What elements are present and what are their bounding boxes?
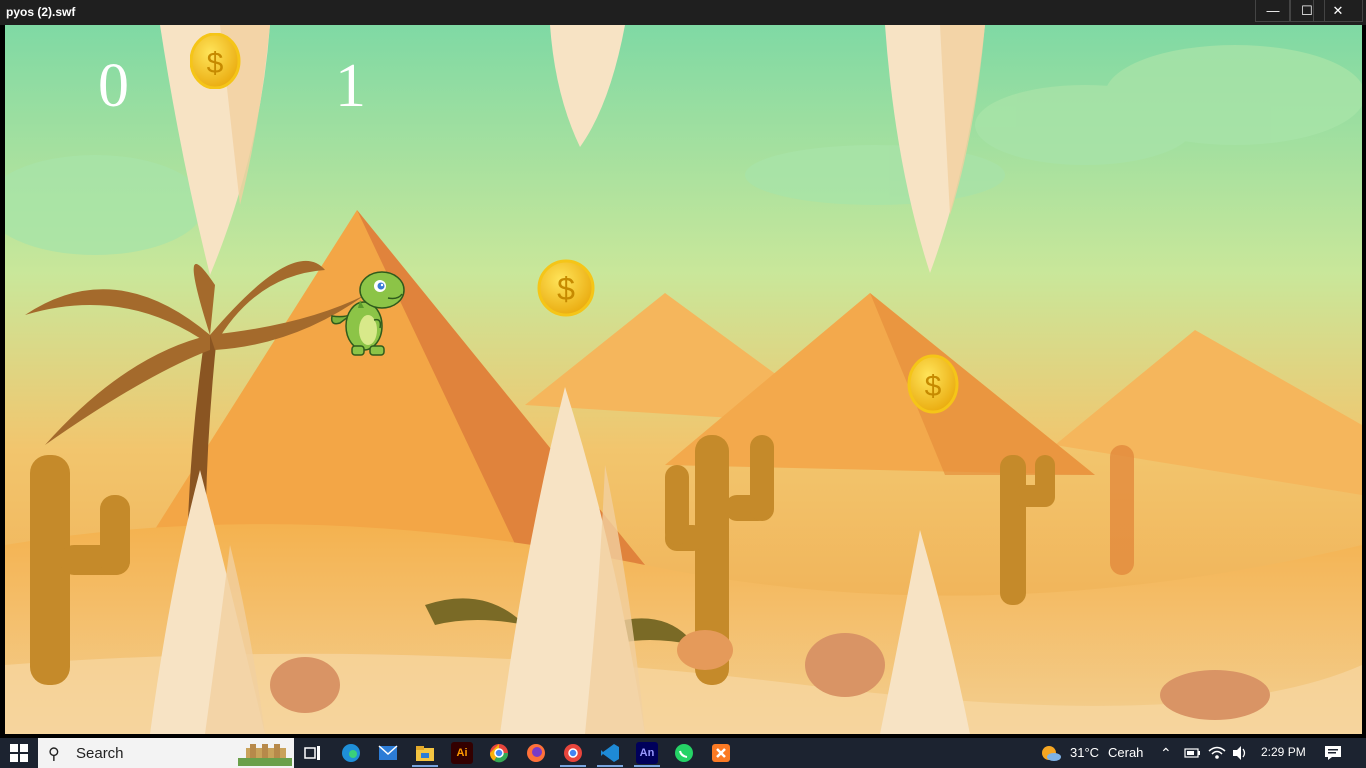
maximize-icon: ☐ [1301, 3, 1313, 18]
edge-browser-icon[interactable] [340, 742, 362, 764]
search-placeholder: Search [76, 745, 124, 762]
battery-icon[interactable] [1182, 742, 1204, 764]
wifi-icon[interactable] [1206, 742, 1228, 764]
taskbar: ⚲ Search Ai An 31°C Cerah ⌃ 2:29 PM [0, 738, 1366, 768]
vscode-icon[interactable] [599, 742, 621, 764]
window-title: pyos (2).swf [6, 5, 76, 19]
coin: $ [537, 259, 595, 317]
active-app-indicator [412, 765, 438, 767]
firefox-icon[interactable] [525, 742, 547, 764]
illustrator-icon[interactable]: Ai [451, 742, 473, 764]
search-icon: ⚲ [48, 746, 60, 763]
coins-collected-counter: 0 [98, 52, 129, 120]
active-app-indicator [560, 765, 586, 767]
active-app-indicator [597, 765, 623, 767]
notification-center-icon[interactable] [1322, 742, 1344, 764]
weather-description[interactable]: Cerah [1108, 745, 1143, 760]
dinosaur-player [330, 271, 405, 356]
close-icon: ✕ [1332, 3, 1344, 18]
minimize-button[interactable]: — [1255, 0, 1291, 22]
weather-temperature[interactable]: 31°C [1070, 745, 1099, 760]
file-explorer-icon[interactable] [414, 742, 436, 764]
volume-icon[interactable] [1229, 742, 1251, 764]
whatsapp-icon[interactable] [673, 742, 695, 764]
search-highlight-icon [238, 744, 292, 766]
hud-coin-symbol: $ [207, 47, 224, 80]
game-stage[interactable]: 0 $ 1 $ $ [5, 25, 1362, 734]
windows-start-icon[interactable] [8, 742, 30, 764]
minimize-icon: — [1266, 3, 1280, 18]
game-scene [5, 25, 1362, 734]
score-counter: 1 [335, 52, 366, 120]
hud-coin-icon: $ [190, 33, 241, 89]
chrome-profile-icon[interactable] [562, 742, 584, 764]
coin: $ [907, 354, 959, 414]
xampp-icon[interactable] [710, 742, 732, 764]
show-hidden-icons-chevron-icon[interactable]: ⌃ [1160, 745, 1172, 762]
chrome-icon[interactable] [488, 742, 510, 764]
coin-symbol: $ [557, 271, 575, 307]
window-titlebar: pyos (2).swf — ☐ ✕ [0, 0, 1366, 25]
mail-icon[interactable] [377, 742, 399, 764]
animate-icon[interactable]: An [636, 742, 658, 764]
search-box[interactable]: ⚲ Search [38, 738, 294, 768]
clock-time[interactable]: 2:29 PM [1261, 745, 1306, 759]
weather-icon[interactable] [1040, 742, 1062, 764]
active-app-indicator [634, 765, 660, 767]
task-view-icon[interactable] [302, 742, 324, 764]
close-button[interactable]: ✕ [1313, 0, 1363, 22]
coin-symbol: $ [925, 370, 942, 403]
